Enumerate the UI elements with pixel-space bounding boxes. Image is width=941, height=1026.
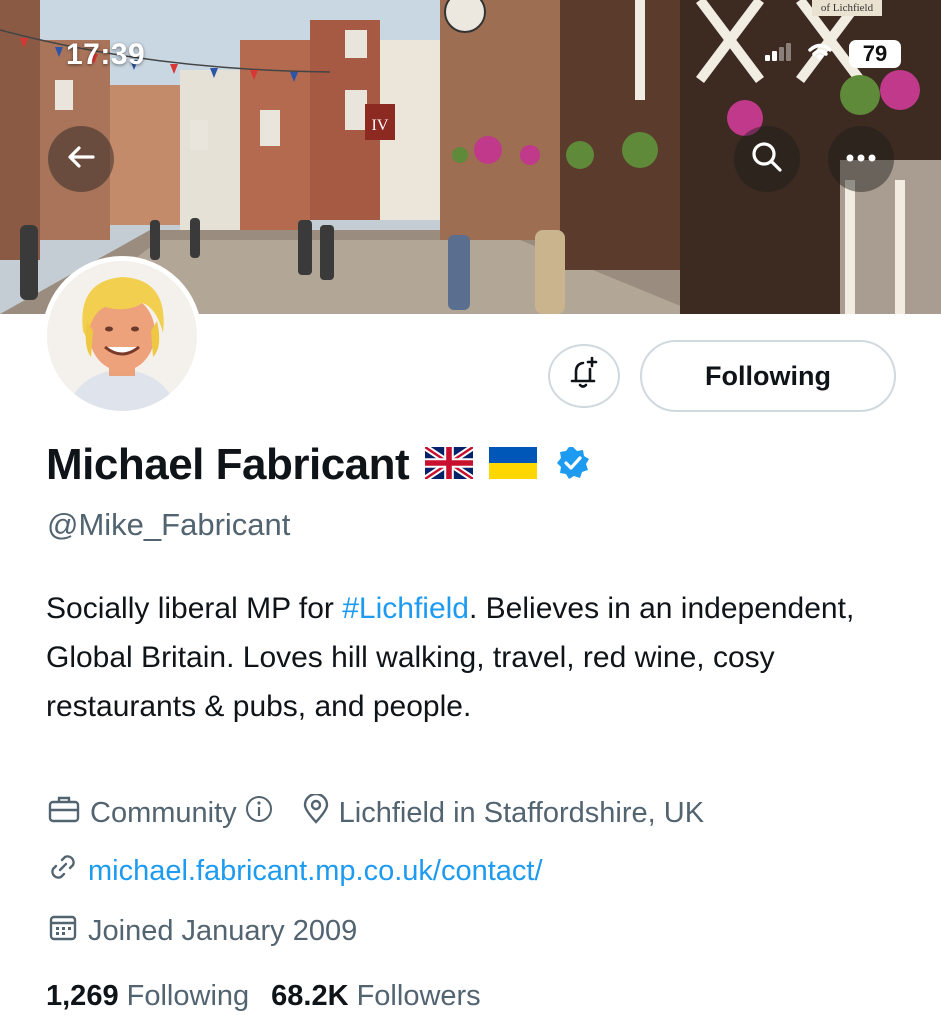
followers-label: Followers bbox=[356, 980, 481, 1012]
avatar-portrait bbox=[47, 261, 197, 411]
search-button[interactable] bbox=[734, 126, 800, 192]
following-stat[interactable]: 1,269 Following bbox=[46, 980, 249, 1012]
location-text: Lichfield in Staffordshire, UK bbox=[338, 796, 705, 829]
user-handle: @Mike_Fabricant bbox=[47, 507, 291, 542]
verified-badge-icon[interactable] bbox=[555, 445, 591, 486]
link-icon bbox=[48, 852, 78, 890]
joined-date: Joined January 2009 bbox=[88, 914, 358, 947]
status-time: 17:39 bbox=[66, 38, 146, 71]
calendar-icon bbox=[48, 912, 78, 950]
uk-flag-icon bbox=[423, 443, 475, 484]
profile-meta-joined: Joined January 2009 bbox=[48, 912, 357, 950]
back-button[interactable] bbox=[48, 126, 114, 192]
website-link[interactable]: michael.fabricant.mp.co.uk/contact/ bbox=[88, 855, 543, 888]
bio-text-start: Socially liberal MP for bbox=[46, 592, 343, 625]
following-label: Following bbox=[126, 980, 250, 1012]
followers-stat[interactable]: 68.2K Followers bbox=[271, 980, 481, 1012]
notifications-button[interactable] bbox=[548, 344, 620, 408]
briefcase-icon bbox=[48, 795, 80, 831]
profile-bio: Socially liberal MP for #Lichfield. Beli… bbox=[46, 584, 866, 731]
profile-meta-website: michael.fabricant.mp.co.uk/contact/ bbox=[48, 852, 543, 890]
follow-stats: 1,269 Following 68.2K Followers bbox=[46, 980, 481, 1013]
more-icon bbox=[845, 150, 877, 168]
status-icons: 79 bbox=[765, 40, 901, 68]
more-options-button[interactable] bbox=[828, 126, 894, 192]
category-label: Community bbox=[90, 796, 237, 829]
ukraine-flag-icon bbox=[489, 446, 538, 484]
profile-meta-category-location: Community Lichfield in Staffordshire, UK bbox=[48, 792, 705, 832]
shop-sign-text: IV bbox=[372, 117, 389, 134]
following-count: 1,269 bbox=[46, 980, 119, 1012]
name-row: Michael Fabricant bbox=[46, 440, 591, 490]
followers-count: 68.2K bbox=[271, 980, 349, 1012]
sign-of-lichfield: of Lichfield bbox=[821, 2, 874, 14]
info-icon[interactable] bbox=[245, 795, 273, 831]
wifi-icon bbox=[805, 41, 835, 68]
signal-icon bbox=[765, 42, 791, 66]
bio-hashtag-link[interactable]: #Lichfield bbox=[342, 592, 469, 625]
profile-avatar[interactable] bbox=[42, 256, 202, 416]
back-arrow-icon bbox=[65, 141, 97, 178]
following-button[interactable]: Following bbox=[640, 340, 896, 412]
search-icon bbox=[750, 140, 784, 179]
battery-icon: 79 bbox=[849, 40, 901, 68]
bell-plus-icon bbox=[566, 356, 602, 397]
display-name: Michael Fabricant bbox=[46, 440, 410, 489]
location-pin-icon bbox=[303, 792, 329, 832]
